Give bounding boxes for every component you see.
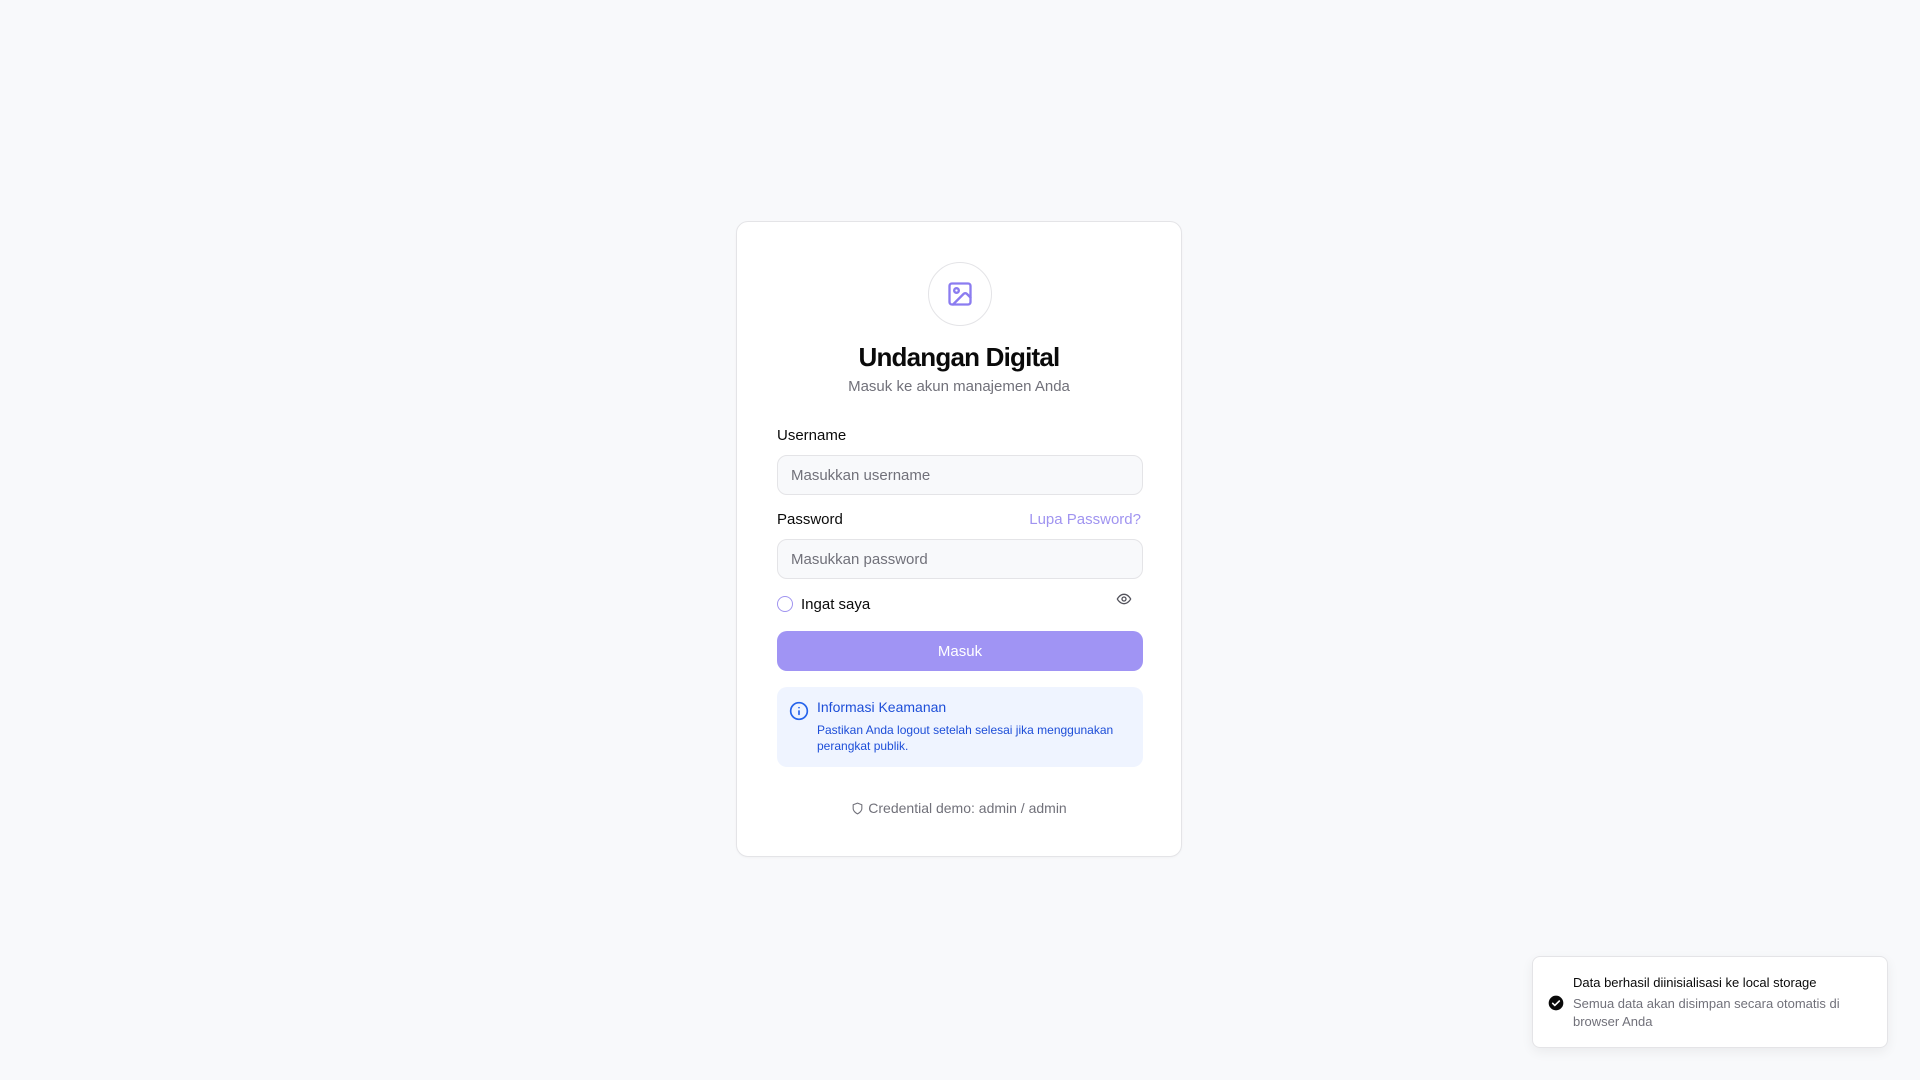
- username-input[interactable]: [777, 455, 1143, 495]
- eye-icon[interactable]: [1115, 590, 1133, 608]
- image-icon: [948, 282, 972, 306]
- username-label: Username: [777, 427, 847, 444]
- remember-checkbox[interactable]: [777, 596, 793, 612]
- toast-description: Semua data akan disimpan secara otomatis…: [1573, 996, 1840, 1029]
- page-title: Undangan Digital: [858, 342, 1061, 372]
- security-info-title: Informasi Keamanan: [817, 699, 947, 715]
- logo-badge: [928, 262, 992, 326]
- check-circle-icon: [1548, 995, 1564, 1011]
- security-info-text: Pastikan Anda logout setelah selesai jik…: [817, 723, 1114, 753]
- security-info-box: Informasi Keamanan Pastikan Anda logout …: [777, 687, 1143, 767]
- demo-credential-text: Credential demo: admin / admin: [868, 800, 1067, 816]
- login-button[interactable]: Masuk: [777, 631, 1143, 671]
- remember-me[interactable]: Ingat saya: [777, 594, 870, 614]
- forgot-password-link[interactable]: Lupa Password?: [1029, 511, 1141, 528]
- toast-title: Data berhasil diinisialisasi ke local st…: [1573, 975, 1817, 990]
- info-icon: [789, 701, 809, 721]
- demo-credential: Credential demo: admin / admin: [737, 800, 1181, 816]
- remember-label: Ingat saya: [801, 595, 871, 613]
- password-input[interactable]: [777, 539, 1143, 579]
- password-label: Password: [777, 511, 843, 528]
- login-card: Undangan Digital Masuk ke akun manajemen…: [736, 221, 1182, 857]
- toast-notification: Data berhasil diinisialisasi ke local st…: [1532, 956, 1888, 1048]
- shield-icon: [852, 802, 863, 814]
- page-subtitle: Masuk ke akun manajemen Anda: [848, 378, 1070, 395]
